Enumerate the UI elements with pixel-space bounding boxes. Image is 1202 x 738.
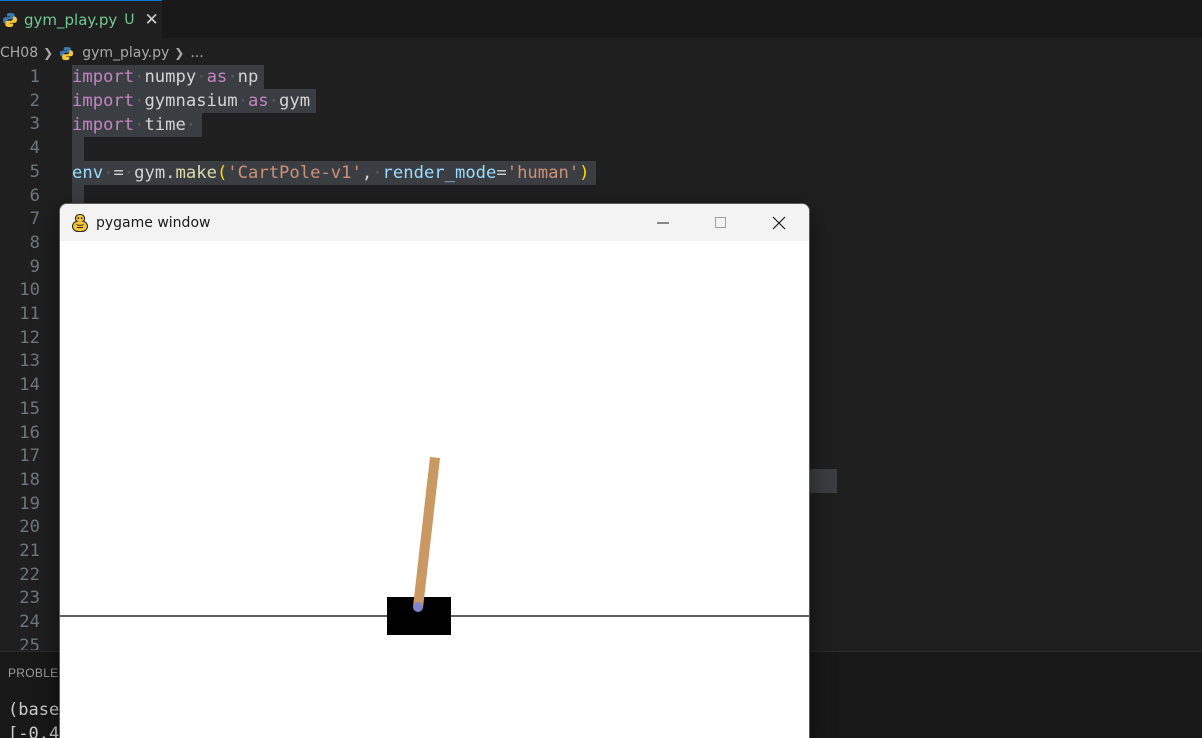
keyword: import [72,115,135,135]
cartpole-render-canvas [60,241,809,738]
variable-env: env [72,163,104,183]
pole-axle [413,602,423,612]
alias-name: gym [279,91,311,111]
string-arg: 'human' [506,163,580,183]
chevron-right-icon: ❯ [174,46,185,60]
tab-filename: gym_play.py [24,10,118,29]
breadcrumb-folder[interactable]: CH08 [0,45,38,61]
pygame-titlebar[interactable]: pygame window [60,204,809,241]
close-button[interactable] [750,204,808,241]
alias-name: np [237,67,259,87]
module-ref: gym [134,163,166,183]
breadcrumb: CH08 ❯ gym_play.py ❯ ... [0,42,204,64]
maximize-button[interactable] [692,204,750,241]
window-title: pygame window [96,214,211,231]
keyword: as [247,91,269,111]
module-name: gymnasium [144,91,238,111]
function-call: make [175,163,217,183]
chevron-right-icon: ❯ [43,46,54,60]
module-name: time [144,115,186,135]
keyword: import [72,91,135,111]
tab-untracked-badge: U [124,11,135,28]
tab-gym-play[interactable]: gym_play.py U ✕ [0,0,162,38]
code-line-2[interactable]: import·gymnasium·as·gym [0,89,1202,113]
operator: = [113,163,124,183]
keyword: as [206,67,228,87]
maximize-icon [715,216,726,228]
python-file-icon [3,12,18,27]
pygame-window[interactable]: pygame window [59,203,810,738]
code-line-3[interactable]: import·time· [0,113,1202,137]
minimize-button[interactable] [634,204,692,241]
code-line-5[interactable]: env·=·gym.make('CartPole-v1',·render_mod… [0,161,1202,185]
module-name: numpy [144,67,197,87]
terminal-output: [-0.4 [8,724,60,738]
tab-close-icon[interactable]: ✕ [145,11,159,28]
breadcrumb-symbols[interactable]: ... [190,45,203,61]
editor-tab-bar: gym_play.py U ✕ [0,0,1202,38]
code-line-4[interactable] [0,137,1202,161]
breadcrumb-file[interactable]: gym_play.py [82,45,169,61]
pygame-snake-icon [71,213,89,232]
keyword: import [72,67,135,87]
python-file-icon [60,46,74,60]
string-arg: 'CartPole-v1' [227,163,362,183]
keyword-param: render_mode [382,163,497,183]
close-icon [772,216,786,229]
minimize-icon [657,222,669,223]
terminal-prompt: (base [8,700,60,720]
code-line-1[interactable]: import·numpy·as·np [0,65,1202,89]
